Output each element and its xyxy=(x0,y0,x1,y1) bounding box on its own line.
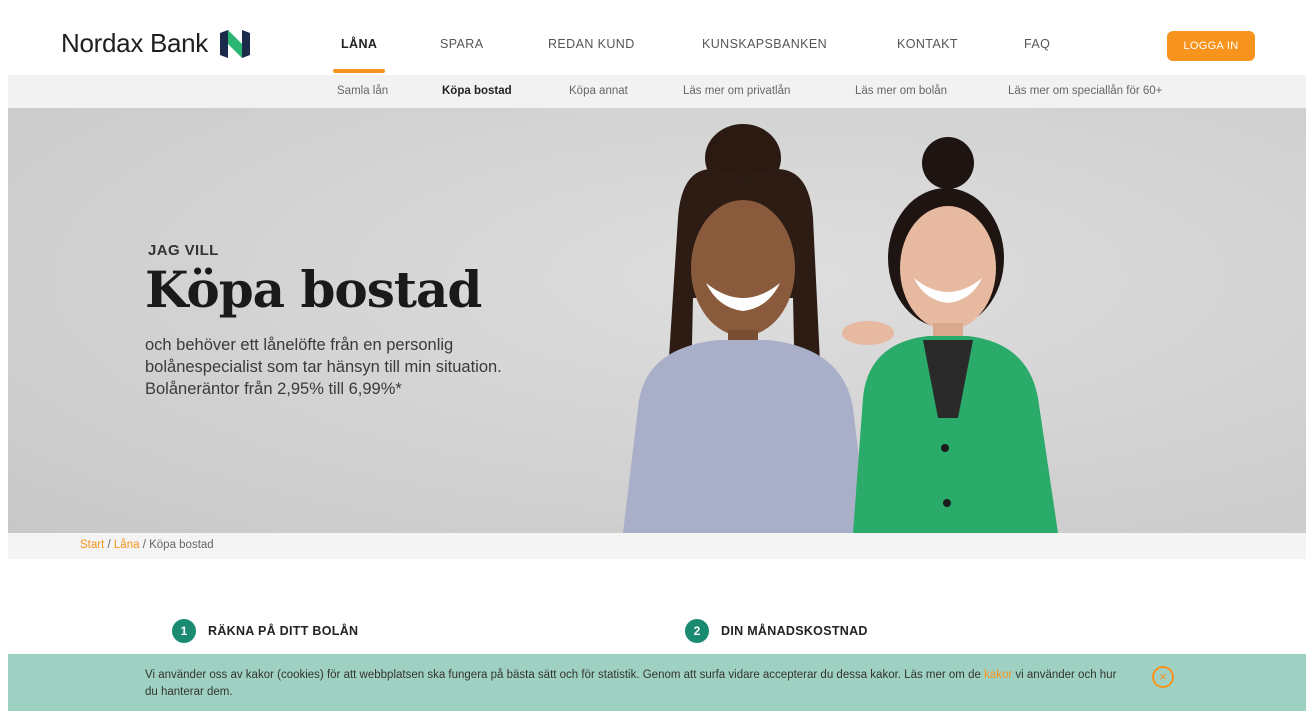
breadcrumb-current: Köpa bostad xyxy=(149,539,214,551)
cookie-banner: Vi använder oss av kakor (cookies) för a… xyxy=(8,654,1306,711)
nav-item-faq[interactable]: FAQ xyxy=(1024,37,1050,51)
breadcrumb-separator: / xyxy=(107,539,111,551)
step-number-badge: 1 xyxy=(172,619,196,643)
subnav-item-bolan[interactable]: Läs mer om bolån xyxy=(855,85,947,97)
step-monthly-cost: 2 DIN MÅNADSKOSTNAD xyxy=(685,619,868,643)
nav-item-kontakt[interactable]: KONTAKT xyxy=(897,37,958,51)
subnav-item-privatlan[interactable]: Läs mer om privatlån xyxy=(683,85,790,97)
active-nav-indicator xyxy=(333,69,385,73)
breadcrumb-link-start[interactable]: Start xyxy=(80,539,104,551)
hero-description-line: bolånespecialist som tar hänsyn till min… xyxy=(145,358,502,376)
nav-item-redan-kund[interactable]: REDAN KUND xyxy=(548,37,635,51)
cookie-text-start: Vi använder oss av kakor (cookies) för a… xyxy=(145,669,985,681)
step-number-badge: 2 xyxy=(685,619,709,643)
subnav-item-samla-lan[interactable]: Samla lån xyxy=(337,85,388,97)
step-label: RÄKNA PÅ DITT BOLÅN xyxy=(208,624,359,638)
nav-item-spara[interactable]: SPARA xyxy=(440,37,483,51)
sub-navigation: Samla lån Köpa bostad Köpa annat Läs mer… xyxy=(8,75,1306,108)
nav-item-lana[interactable]: LÅNA xyxy=(341,37,377,51)
main-navigation: LÅNA SPARA REDAN KUND KUNSKAPSBANKEN KON… xyxy=(0,0,1306,75)
hero-banner: JAG VILL Köpa bostad och behöver ett lån… xyxy=(8,108,1306,533)
subnav-item-kopa-annat[interactable]: Köpa annat xyxy=(569,85,628,97)
hero-rate-line: Bolåneräntor från 2,95% till 6,99%* xyxy=(145,380,402,398)
close-circle-icon[interactable]: × xyxy=(1152,666,1174,688)
breadcrumb: Start / Låna / Köpa bostad xyxy=(80,539,214,551)
login-button[interactable]: LOGGA IN xyxy=(1167,31,1255,61)
step-calculate-loan: 1 RÄKNA PÅ DITT BOLÅN xyxy=(172,619,358,643)
cookie-message: Vi använder oss av kakor (cookies) för a… xyxy=(145,667,1125,701)
subnav-item-kopa-bostad[interactable]: Köpa bostad xyxy=(442,85,512,97)
breadcrumb-link-lana[interactable]: Låna xyxy=(114,539,140,551)
hero-title: Köpa bostad xyxy=(145,260,482,319)
hero-description-line: och behöver ett lånelöfte från en person… xyxy=(145,336,454,354)
site-header: Nordax Bank LÅNA SPARA REDAN KUND KUNSKA… xyxy=(0,0,1306,75)
hero-eyebrow: JAG VILL xyxy=(148,242,219,259)
hero-description: och behöver ett lånelöfte från en person… xyxy=(145,334,565,400)
hero-photo-two-women xyxy=(623,124,1058,533)
subnav-item-speciallan[interactable]: Läs mer om speciallån för 60+ xyxy=(1008,85,1162,97)
nav-item-kunskapsbanken[interactable]: KUNSKAPSBANKEN xyxy=(702,37,827,51)
breadcrumb-bar: Start / Låna / Köpa bostad xyxy=(8,533,1306,559)
step-label: DIN MÅNADSKOSTNAD xyxy=(721,624,868,638)
breadcrumb-separator: / xyxy=(142,539,146,551)
cookie-policy-link[interactable]: kakor xyxy=(984,669,1012,681)
